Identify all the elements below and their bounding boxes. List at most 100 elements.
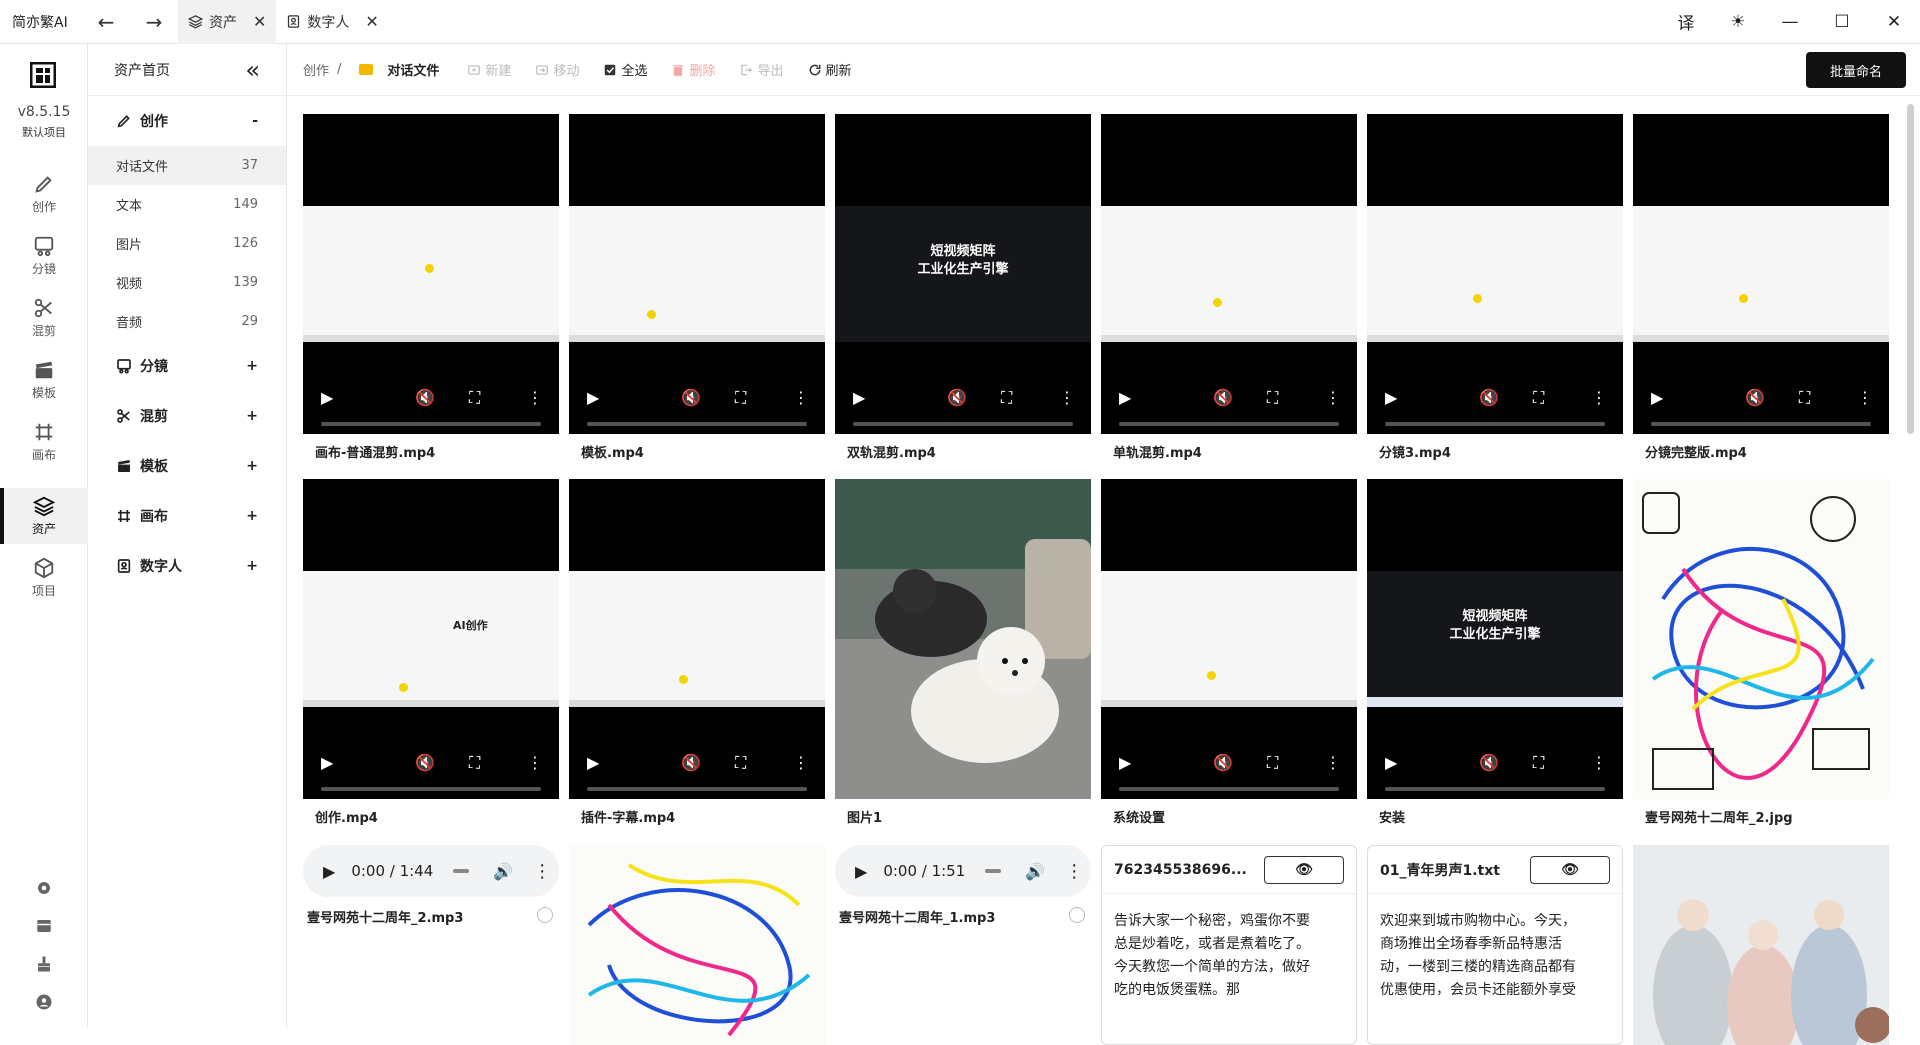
settings-button[interactable] [0, 870, 88, 906]
close-icon[interactable]: ✕ [365, 12, 378, 31]
fullscreen-icon[interactable]: ⛶ [1267, 388, 1278, 408]
tab-assets[interactable]: 资产 ✕ [178, 0, 277, 44]
asset-card[interactable] [569, 845, 825, 1045]
rail-item-canvas[interactable]: 画布 [0, 414, 88, 470]
more-icon[interactable]: ⋮ [1325, 388, 1341, 407]
theme-icon[interactable]: ☀ [1712, 0, 1764, 44]
collapse-icon[interactable]: « [245, 56, 260, 84]
breadcrumb-root[interactable]: 创作 [303, 60, 329, 79]
video-progress[interactable] [587, 787, 807, 791]
refresh-button[interactable]: 刷新 [808, 60, 852, 79]
more-icon[interactable]: ⋮ [533, 861, 551, 882]
move-button[interactable]: 移动 [535, 60, 579, 79]
video-player[interactable]: 短视频矩阵 工业化生产引擎 ▶ 🔇 ⛶ ⋮ [1367, 479, 1623, 799]
expand-toggle[interactable]: + [246, 458, 258, 474]
rail-item-mix[interactable]: 混剪 [0, 290, 88, 346]
expand-toggle[interactable]: + [246, 508, 258, 524]
close-icon[interactable]: ✕ [253, 12, 266, 31]
mute-icon[interactable]: 🔇 [415, 388, 435, 407]
sidebar-group-digital-human[interactable]: 数字人 + [88, 541, 286, 591]
video-player[interactable]: AI创作 ▶ 🔇 ⛶ ⋮ [303, 479, 559, 799]
fullscreen-icon[interactable]: ⛶ [1799, 388, 1810, 408]
rail-item-assets[interactable]: 资产 [0, 488, 88, 544]
preview-button[interactable]: 👁 [1530, 855, 1610, 884]
video-player[interactable]: ▶ 🔇 ⛶ ⋮ [569, 479, 825, 799]
fullscreen-icon[interactable]: ⛶ [1267, 753, 1278, 773]
play-icon[interactable]: ▶ [587, 388, 599, 407]
clean-button[interactable] [0, 946, 88, 982]
new-button[interactable]: 新建 [467, 60, 511, 79]
asset-card[interactable] [1633, 845, 1889, 1045]
mute-icon[interactable]: 🔇 [1213, 388, 1233, 407]
expand-toggle[interactable]: + [246, 558, 258, 574]
sidebar-item-text[interactable]: 文本 149 [88, 185, 286, 224]
video-player[interactable]: ▶ 🔇 ⛶ ⋮ [1367, 114, 1623, 434]
expand-toggle[interactable]: + [246, 408, 258, 424]
play-icon[interactable]: ▶ [321, 753, 333, 772]
translate-icon[interactable]: 译 [1660, 0, 1712, 44]
fullscreen-icon[interactable]: ⛶ [735, 753, 746, 773]
sidebar-group-storyboard[interactable]: 分镜 + [88, 341, 286, 391]
expand-toggle[interactable]: + [246, 358, 258, 374]
sidebar-item-images[interactable]: 图片 126 [88, 224, 286, 263]
mute-icon[interactable]: 🔇 [1745, 388, 1765, 407]
sidebar-title[interactable]: 资产首页 [114, 60, 170, 80]
fullscreen-icon[interactable]: ⛶ [1533, 753, 1544, 773]
more-icon[interactable]: ⋮ [1591, 753, 1607, 772]
sidebar-group-mix[interactable]: 混剪 + [88, 391, 286, 441]
fullscreen-icon[interactable]: ⛶ [1533, 388, 1544, 408]
export-button[interactable]: 导出 [739, 60, 784, 79]
play-icon[interactable]: ▶ [855, 862, 867, 881]
minimize-button[interactable]: — [1764, 0, 1816, 44]
sidebar-item-audio[interactable]: 音频 29 [88, 302, 286, 341]
video-progress[interactable] [1119, 422, 1339, 426]
text-card[interactable]: 762345538696... 👁 告诉大家一个秘密，鸡蛋你不要总是炒着吃，或者… [1101, 845, 1357, 1045]
volume-icon[interactable]: 🔊 [1025, 862, 1045, 881]
video-progress[interactable] [587, 422, 807, 426]
cards-button[interactable] [0, 908, 88, 944]
sidebar-item-chat-files[interactable]: 对话文件 37 [88, 146, 286, 185]
tab-digital-human[interactable]: 数字人 ✕ [276, 0, 388, 44]
video-progress[interactable] [321, 422, 541, 426]
audio-scrubber[interactable] [453, 869, 470, 873]
play-icon[interactable]: ▶ [1385, 388, 1397, 407]
audio-scrubber[interactable] [985, 869, 1002, 873]
sidebar-group-canvas[interactable]: 画布 + [88, 491, 286, 541]
sidebar-group-create[interactable]: 创作 - [88, 96, 286, 146]
more-icon[interactable]: ⋮ [1591, 388, 1607, 407]
fullscreen-icon[interactable]: ⛶ [469, 388, 480, 408]
play-icon[interactable]: ▶ [853, 388, 865, 407]
mute-icon[interactable]: 🔇 [1479, 753, 1499, 772]
more-icon[interactable]: ⋮ [1059, 388, 1075, 407]
account-button[interactable] [0, 984, 88, 1020]
more-icon[interactable]: ⋮ [527, 388, 543, 407]
fullscreen-icon[interactable]: ⛶ [735, 388, 746, 408]
more-icon[interactable]: ⋮ [1325, 753, 1341, 772]
more-icon[interactable]: ⋮ [1857, 388, 1873, 407]
video-progress[interactable] [1385, 787, 1605, 791]
rail-item-create[interactable]: 创作 [0, 166, 88, 222]
video-progress[interactable] [1119, 787, 1339, 791]
play-icon[interactable]: ▶ [1119, 753, 1131, 772]
collapse-toggle[interactable]: - [252, 113, 258, 129]
forward-button[interactable]: → [130, 0, 178, 44]
rail-item-template[interactable]: 模板 [0, 352, 88, 408]
mute-icon[interactable]: 🔇 [1213, 753, 1233, 772]
video-progress[interactable] [321, 787, 541, 791]
more-icon[interactable]: ⋮ [527, 753, 543, 772]
video-progress[interactable] [853, 422, 1073, 426]
more-icon[interactable]: ⋮ [793, 753, 809, 772]
sidebar-item-videos[interactable]: 视频 139 [88, 263, 286, 302]
close-window-button[interactable]: ✕ [1868, 0, 1920, 44]
video-progress[interactable] [1385, 422, 1605, 426]
rail-item-project[interactable]: 项目 [0, 550, 88, 606]
play-icon[interactable]: ▶ [321, 388, 333, 407]
maximize-button[interactable]: ☐ [1816, 0, 1868, 44]
audio-player[interactable]: ▶ 0:00 / 1:51 🔊 ⋮ [835, 845, 1091, 897]
batch-rename-button[interactable]: 批量命名 [1805, 52, 1906, 88]
fullscreen-icon[interactable]: ⛶ [469, 753, 480, 773]
video-player[interactable]: ▶ 🔇 ⛶ ⋮ [303, 114, 559, 434]
play-icon[interactable]: ▶ [1385, 753, 1397, 772]
grid-scrollbar[interactable] [1907, 104, 1914, 434]
video-player[interactable]: ▶ 🔇 ⛶ ⋮ [1101, 479, 1357, 799]
